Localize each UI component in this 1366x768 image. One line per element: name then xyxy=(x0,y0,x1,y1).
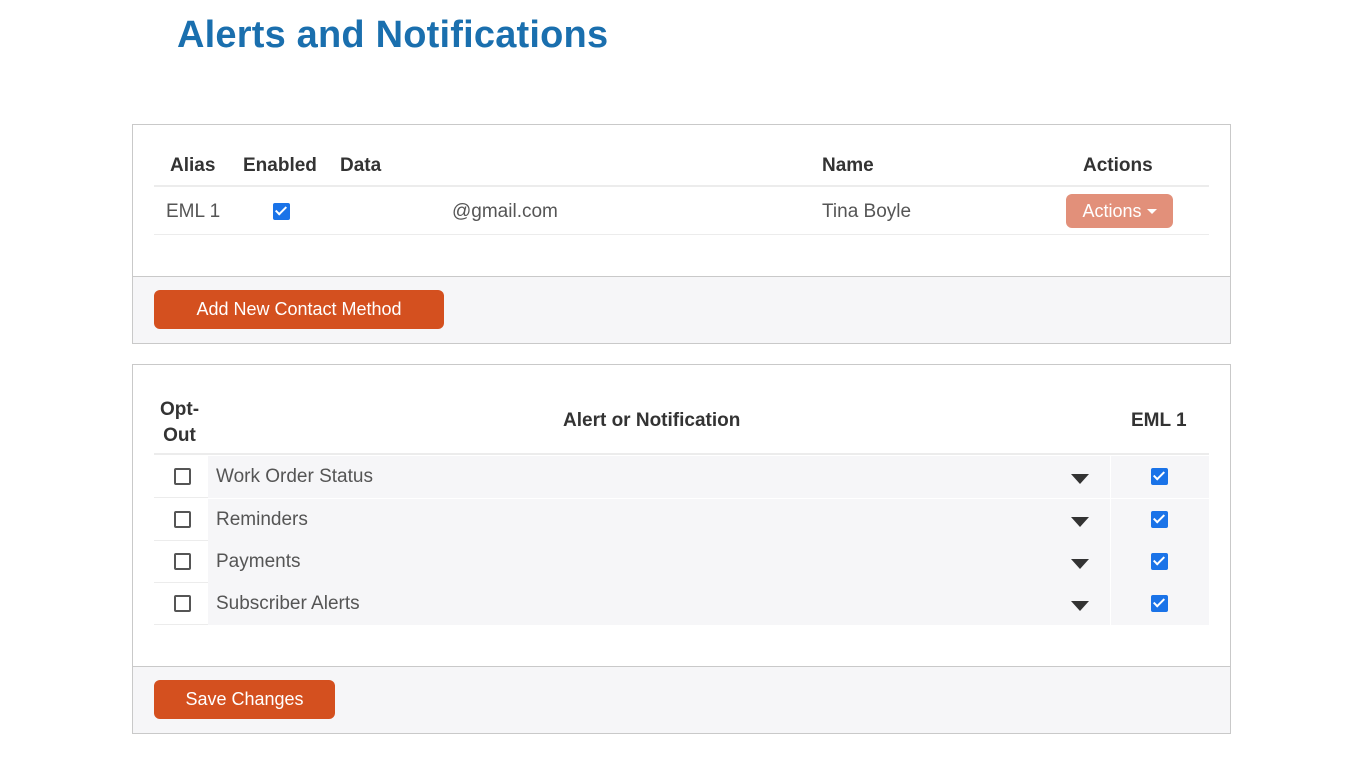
eml1-checkbox[interactable] xyxy=(1151,511,1168,528)
opt-out-checkbox[interactable] xyxy=(174,468,191,485)
alerts-panel-footer: Save Changes xyxy=(133,666,1230,733)
contact-alias: EML 1 xyxy=(166,201,221,222)
save-changes-button[interactable]: Save Changes xyxy=(154,680,335,719)
page-title: Alerts and Notifications xyxy=(177,14,609,56)
alert-label: Reminders xyxy=(216,509,308,530)
alert-label: Payments xyxy=(216,551,301,572)
alert-label: Work Order Status xyxy=(216,466,373,487)
list-item: Subscriber Alerts xyxy=(154,583,1209,625)
opt-out-checkbox[interactable] xyxy=(174,511,191,528)
column-header-eml: EML 1 xyxy=(1131,410,1187,431)
opt-out-checkbox[interactable] xyxy=(174,553,191,570)
list-item: Work Order Status xyxy=(154,456,1209,498)
add-contact-method-button[interactable]: Add New Contact Method xyxy=(154,290,444,329)
actions-label: Actions xyxy=(1082,200,1142,221)
list-item: Reminders xyxy=(154,499,1209,541)
column-header-enabled: Enabled xyxy=(243,155,317,176)
alert-label: Subscriber Alerts xyxy=(216,593,360,614)
caret-down-icon[interactable] xyxy=(1071,601,1089,611)
opt-out-checkbox[interactable] xyxy=(174,595,191,612)
caret-down-icon[interactable] xyxy=(1071,559,1089,569)
column-header-data: Data xyxy=(340,155,382,176)
alerts-table-header: Opt- Out Alert or Notification EML 1 xyxy=(154,395,1209,455)
contact-panel-footer: Add New Contact Method xyxy=(133,276,1230,343)
caret-down-icon[interactable] xyxy=(1071,517,1089,527)
contact-data: @gmail.com xyxy=(452,201,558,222)
column-header-name: Name xyxy=(822,155,874,176)
caret-down-icon[interactable] xyxy=(1071,474,1089,484)
actions-dropdown-button[interactable]: Actions xyxy=(1066,194,1173,228)
eml1-checkbox[interactable] xyxy=(1151,468,1168,485)
contact-methods-panel: Alias Enabled Data Name Actions EML 1 @g… xyxy=(132,124,1231,344)
column-header-opt-out: Opt- Out xyxy=(160,399,200,446)
contact-name: Tina Boyle xyxy=(822,201,912,222)
column-header-alert: Alert or Notification xyxy=(563,410,741,431)
alerts-panel: Opt- Out Alert or Notification EML 1 Work… xyxy=(132,364,1231,734)
enabled-checkbox[interactable] xyxy=(273,203,290,220)
eml1-checkbox[interactable] xyxy=(1151,553,1168,570)
column-header-alias: Alias xyxy=(170,155,216,176)
eml1-checkbox[interactable] xyxy=(1151,595,1168,612)
column-header-actions: Actions xyxy=(1083,155,1153,176)
caret-down-icon xyxy=(1146,209,1157,215)
table-row: EML 1 @gmail.com Tina Boyle Actions xyxy=(154,189,1209,235)
contact-table-header: Alias Enabled Data Name Actions xyxy=(154,155,1209,187)
list-item: Payments xyxy=(154,541,1209,583)
